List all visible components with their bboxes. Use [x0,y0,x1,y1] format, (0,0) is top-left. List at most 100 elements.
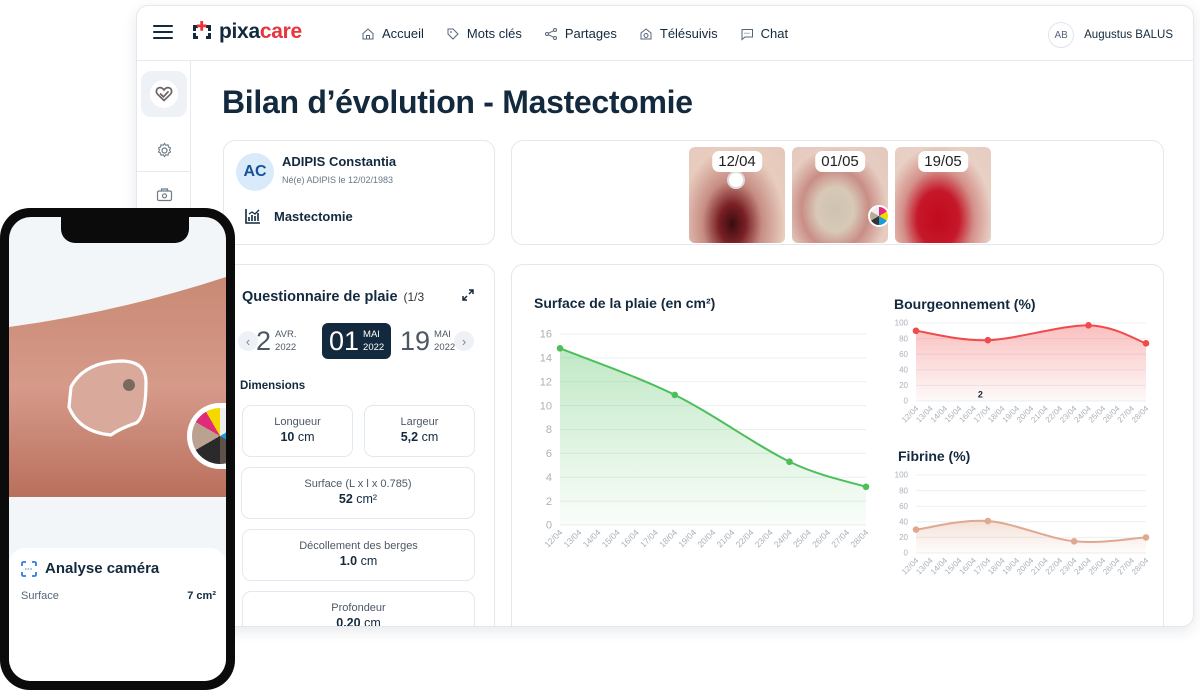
data-point [1142,534,1150,541]
analysis-title: Analyse caméra [21,560,159,577]
patient-card[interactable]: AC ADIPIS Constantia Né(e) ADIPIS le 12/… [223,140,495,245]
main-nav: Accueil Mots clés Partages Télésuivis Ch… [361,6,788,61]
nav-chat[interactable]: Chat [740,26,788,41]
metric-longueur: Longueur 10 cm [242,405,353,457]
nav-label: Mots clés [466,26,522,41]
phone-screen: Analyse caméra Surface 7 cm² [9,217,226,681]
y-tick-label: 100 [895,319,909,328]
fibrine-chart: 02040608010012/0413/0414/0415/0416/0417/… [895,471,1151,577]
next-date-button[interactable]: › [454,331,474,351]
tag-icon [447,28,459,40]
y-tick-label: 60 [899,502,908,511]
questionnaire-card: Questionnaire de plaie (1/3 ‹ 2 AVR. 2022 … [223,264,495,626]
nav-label: Chat [760,26,789,41]
photos-card: 12/04 01/05 19/05 [511,140,1164,245]
camera-icon [156,187,172,201]
x-tick-label: 21/04 [714,527,736,549]
logo-text: pixacare [219,20,302,43]
data-point [1070,538,1078,545]
previous-date-button[interactable]: ‹ [238,331,258,351]
x-tick-label: 17/04 [638,527,660,549]
nav-telesuivis[interactable]: Télésuivis [639,26,718,41]
sidebar-item-wound-care[interactable] [141,71,187,117]
data-point [556,345,564,352]
metric-surface: Surface (L x l x 0.785) 52 cm² [241,467,475,519]
analysis-surface-label: Surface [21,590,59,602]
data-point [1085,322,1092,329]
camera-analysis-panel: Analyse caméra Surface 7 cm² [9,548,226,681]
y-tick-label: 60 [899,350,908,359]
date-option-selected[interactable]: 01 MAI 2022 [322,323,392,359]
wound-photo-thumbnail[interactable]: 12/04 [689,147,785,243]
logo-cross-icon [193,21,211,39]
logo[interactable]: pixacare [191,20,302,44]
dimensions-heading: Dimensions [240,380,306,392]
y-tick-label: 0 [904,397,909,406]
user-menu[interactable]: AB Augustus BALUS [1048,22,1173,48]
y-tick-label: 40 [899,517,908,526]
y-tick-label: 16 [540,329,552,341]
diagnosis: Mastectomie [244,207,353,225]
x-tick-label: 16/04 [619,527,641,549]
x-tick-label: 28/04 [1130,404,1151,425]
menu-icon[interactable] [153,24,173,40]
area-fill [916,520,1146,553]
wound-photo-thumbnail[interactable]: 01/05 [792,147,888,243]
telemonitoring-icon [640,27,652,39]
diagnosis-label: Mastectomie [274,208,353,224]
top-navigation-bar: pixacare Accueil Mots clés Partages Télé… [137,6,1193,61]
data-point [1142,339,1150,347]
data-point [912,526,920,533]
area-fill [560,348,866,525]
date-option[interactable]: 19 MAI 2022 [400,323,458,359]
data-point [786,458,793,466]
sidebar-item-settings[interactable] [141,127,187,173]
x-tick-label: 26/04 [810,527,832,549]
chart-title-fibrine: Fibrine (%) [898,448,971,464]
bourgeonnement-chart: 02040608010012/0413/0414/0415/0416/0417/… [895,319,1151,425]
chart-annotation: 2 [978,389,983,399]
y-tick-label: 80 [899,334,908,343]
nav-label: Télésuivis [659,26,718,41]
nav-mots-cles[interactable]: Mots clés [446,26,522,41]
analysis-surface-value: 7 cm² [187,590,216,602]
photo-date: 19/05 [918,151,968,172]
data-point [984,517,992,525]
questionnaire-count: (1/3 [403,290,425,304]
date-option[interactable]: 2 AVR. 2022 [256,323,297,359]
nav-accueil[interactable]: Accueil [361,26,424,41]
y-tick-label: 40 [899,365,908,374]
y-tick-label: 8 [546,424,552,436]
data-point [862,483,870,491]
data-point [671,391,679,399]
x-tick-label: 28/04 [1130,556,1151,577]
metric-profondeur: Profondeur 0.20 cm [242,591,475,626]
x-tick-label: 19/04 [676,527,698,549]
x-tick-label: 18/04 [657,527,679,549]
surface-chart: 024681012141612/0413/0414/0415/0416/0417… [540,329,871,550]
gear-icon [157,142,171,157]
x-tick-label: 25/04 [791,527,813,549]
x-tick-label: 20/04 [695,527,717,549]
patient-avatar: AC [236,153,274,191]
color-calibration-icon [727,171,745,189]
metric-largeur: Largeur 5,2 cm [364,405,475,457]
wound-photo-thumbnail[interactable]: 19/05 [895,147,991,243]
y-tick-label: 0 [546,520,552,532]
patient-name: ADIPIS Constantia [282,154,397,169]
nav-label: Partages [564,26,617,41]
data-point [984,336,992,344]
home-icon [362,27,374,39]
color-calibration-icon [868,205,888,227]
scan-icon [21,560,37,577]
patient-birth-info: Né(e) ADIPIS le 12/02/1983 [282,175,394,185]
x-tick-label: 28/04 [848,527,870,549]
nav-partages[interactable]: Partages [544,26,617,41]
share-icon [544,27,557,40]
phone-notch [61,217,189,243]
expand-icon[interactable] [462,289,474,301]
y-tick-label: 14 [540,353,552,365]
chat-icon [741,28,753,41]
phone-mockup: Analyse caméra Surface 7 cm² [0,208,235,690]
x-tick-label: 15/04 [600,527,622,549]
